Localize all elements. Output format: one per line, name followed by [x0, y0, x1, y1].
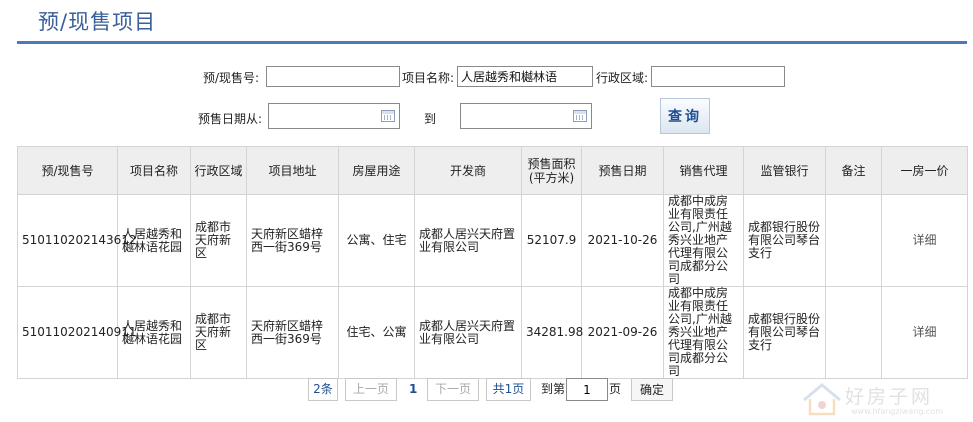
column-header: 监管银行	[743, 146, 826, 195]
project-name-label: 项目名称:	[402, 71, 455, 85]
agent-cell: 成都中成房业有限责任公司,广州越秀兴业地产代理有限公司成都分公司	[663, 286, 744, 379]
calendar-icon[interactable]	[381, 110, 395, 122]
district-input[interactable]	[651, 66, 785, 87]
goto-suffix: 页	[609, 382, 622, 396]
title-divider	[17, 41, 967, 44]
goto-prefix: 到第	[541, 382, 566, 396]
next-page-button[interactable]: 下一页	[427, 378, 479, 401]
project-name-cell: 人居越秀和樾林语花园	[117, 286, 191, 379]
district-cell: 成都市天府新区	[190, 194, 247, 287]
column-header: 房屋用途	[338, 146, 415, 195]
agent-cell: 成都中成房业有限责任公司,广州越秀兴业地产代理有限公司成都分公司	[663, 194, 744, 287]
column-header: 备注	[825, 146, 882, 195]
detail-cell: 详细	[881, 286, 968, 379]
results-table: 预/现售号 项目名称 行政区域 项目地址 房屋用途 开发商 预售面积(平方米) …	[17, 146, 968, 379]
column-header: 项目地址	[246, 146, 339, 195]
usage-cell: 住宅、公寓	[338, 286, 415, 379]
column-header: 销售代理	[663, 146, 744, 195]
table-row: 510110202140911 人居越秀和樾林语花园 成都市天府新区 天府新区蜡…	[17, 286, 968, 379]
total-count: 2条	[308, 378, 338, 401]
date-from-field[interactable]	[268, 103, 400, 129]
presale-no-input[interactable]	[266, 66, 400, 87]
presale-no-cell: 510110202140911	[17, 286, 137, 379]
prev-page-button[interactable]: 上一页	[345, 378, 397, 401]
presale-no-cell: 510110202143612	[17, 194, 137, 287]
column-header: 开发商	[414, 146, 522, 195]
detail-cell: 详细	[881, 194, 968, 287]
watermark: 好房子网 www.hfangziwang.com	[801, 380, 951, 420]
column-header: 行政区域	[190, 146, 247, 195]
presale-no-label: 预/现售号:	[203, 71, 260, 85]
area-cell: 52107.9	[521, 194, 582, 287]
detail-link[interactable]: 详细	[912, 325, 936, 339]
table-row: 510110202143612 人居越秀和樾林语花园 成都市天府新区 天府新区蜡…	[17, 194, 968, 287]
house-logo-icon	[803, 383, 841, 416]
date-from-label: 预售日期从:	[198, 112, 263, 126]
remark-cell	[825, 286, 882, 379]
address-cell: 天府新区蜡梓西一街369号	[246, 194, 339, 287]
area-cell: 34281.98	[521, 286, 583, 379]
calendar-icon[interactable]	[573, 110, 587, 122]
column-header: 项目名称	[117, 146, 191, 195]
watermark-brand: 好房子网	[845, 386, 934, 408]
total-pages: 共1页	[486, 378, 531, 401]
date-to-field[interactable]	[460, 103, 592, 129]
column-header: 预/现售号	[17, 146, 118, 195]
project-name-input[interactable]	[457, 66, 593, 87]
detail-link[interactable]: 详细	[912, 233, 936, 247]
address-cell: 天府新区蜡梓西一街369号	[246, 286, 339, 379]
date-to-label: 到	[424, 112, 437, 126]
current-page: 1	[409, 382, 418, 396]
developer-cell: 成都人居兴天府置业有限公司	[414, 194, 522, 287]
bank-cell: 成都银行股份有限公司琴台支行	[743, 286, 826, 379]
bank-cell: 成都银行股份有限公司琴台支行	[743, 194, 826, 287]
query-button[interactable]: 查询	[660, 98, 710, 134]
date-to-input[interactable]	[461, 104, 591, 128]
table-header-row: 预/现售号 项目名称 行政区域 项目地址 房屋用途 开发商 预售面积(平方米) …	[17, 146, 968, 195]
goto-page-input[interactable]	[566, 378, 608, 401]
goto-confirm-button[interactable]: 确定	[631, 378, 673, 401]
column-header: 一房一价	[881, 146, 968, 195]
watermark-url: www.hfangziwang.com	[851, 407, 944, 416]
date-cell: 2021-09-26	[581, 286, 664, 379]
date-cell: 2021-10-26	[581, 194, 664, 287]
remark-cell	[825, 194, 882, 287]
district-cell: 成都市天府新区	[190, 286, 247, 379]
project-name-cell: 人居越秀和樾林语花园	[117, 194, 191, 287]
usage-cell: 公寓、住宅	[338, 194, 415, 287]
date-from-input[interactable]	[269, 104, 399, 128]
page-title: 预/现售项目	[38, 10, 157, 34]
developer-cell: 成都人居兴天府置业有限公司	[414, 286, 522, 379]
column-header: 预售面积(平方米)	[521, 146, 582, 195]
column-header: 预售日期	[581, 146, 664, 195]
district-label: 行政区域:	[596, 71, 649, 85]
